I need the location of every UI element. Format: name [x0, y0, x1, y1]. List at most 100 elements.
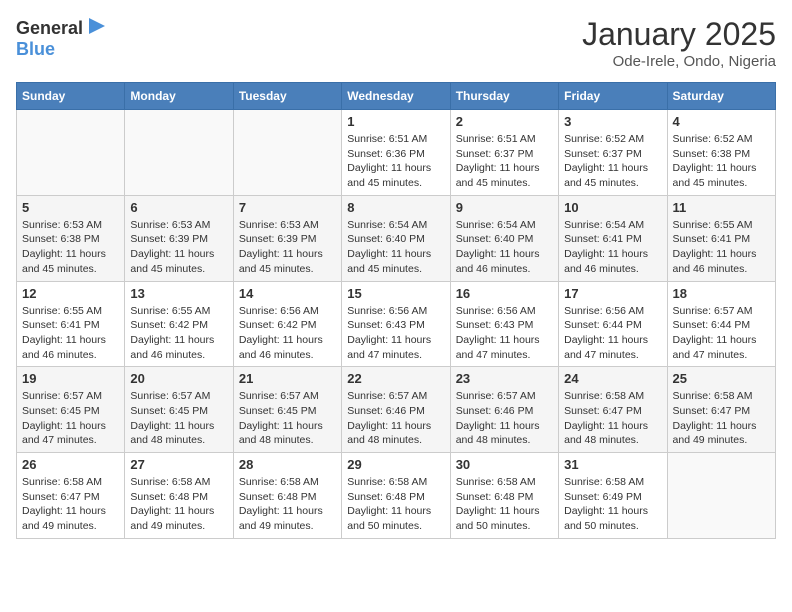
logo-general: General	[16, 19, 83, 37]
weekday-header-saturday: Saturday	[667, 83, 775, 110]
calendar-day-cell: 14 Sunrise: 6:56 AMSunset: 6:42 PMDayligh…	[233, 281, 341, 367]
day-info: Sunrise: 6:53 AMSunset: 6:39 PMDaylight:…	[239, 218, 336, 277]
day-info: Sunrise: 6:52 AMSunset: 6:38 PMDaylight:…	[673, 132, 770, 191]
calendar-day-cell: 12Sunrise: 6:55 AMSunset: 6:41 PMDayligh…	[17, 281, 125, 367]
day-info: Sunrise: 6:57 AMSunset: 6:45 PMDaylight:…	[130, 389, 227, 448]
day-info: Sunrise: 6:58 AMSunset: 6:48 PMDaylight:…	[239, 475, 336, 534]
day-info: Sunrise: 6:54 AMSunset: 6:40 PMDaylight:…	[347, 218, 444, 277]
calendar-day-cell: 21Sunrise: 6:57 AMSunset: 6:45 PMDayligh…	[233, 367, 341, 453]
calendar-week-row: 12Sunrise: 6:55 AMSunset: 6:41 PMDayligh…	[17, 281, 776, 367]
calendar-day-cell: 9Sunrise: 6:54 AMSunset: 6:40 PMDaylight…	[450, 195, 558, 281]
day-info: Sunrise: 6:53 AMSunset: 6:38 PMDaylight:…	[22, 218, 119, 277]
day-number: 8	[347, 200, 444, 215]
calendar-day-cell: 30Sunrise: 6:58 AMSunset: 6:48 PMDayligh…	[450, 453, 558, 539]
day-number: 20	[130, 371, 227, 386]
calendar-day-cell: 2 Sunrise: 6:51 AMSunset: 6:37 PMDaylight…	[450, 110, 558, 196]
day-number: 15	[347, 286, 444, 301]
calendar-day-cell	[17, 110, 125, 196]
day-number: 30	[456, 457, 553, 472]
calendar-day-cell: 20 Sunrise: 6:57 AMSunset: 6:45 PMDayligh…	[125, 367, 233, 453]
day-number: 3	[564, 114, 661, 129]
weekday-header-tuesday: Tuesday	[233, 83, 341, 110]
calendar-day-cell: 3 Sunrise: 6:52 AMSunset: 6:37 PMDaylight…	[559, 110, 667, 196]
day-number: 22	[347, 371, 444, 386]
calendar-day-cell: 23 Sunrise: 6:57 AMSunset: 6:46 PMDayligh…	[450, 367, 558, 453]
day-info: Sunrise: 6:58 AMSunset: 6:47 PMDaylight:…	[22, 475, 119, 534]
day-number: 18	[673, 286, 770, 301]
day-number: 11	[673, 200, 770, 215]
weekday-header-thursday: Thursday	[450, 83, 558, 110]
day-info: Sunrise: 6:56 AMSunset: 6:44 PMDaylight:…	[564, 304, 661, 363]
day-number: 28	[239, 457, 336, 472]
day-info: Sunrise: 6:57 AMSunset: 6:45 PMDaylight:…	[22, 389, 119, 448]
day-number: 17	[564, 286, 661, 301]
day-info: Sunrise: 6:53 AMSunset: 6:39 PMDaylight:…	[130, 218, 227, 277]
day-number: 25	[673, 371, 770, 386]
day-info: Sunrise: 6:55 AMSunset: 6:42 PMDaylight:…	[130, 304, 227, 363]
day-info: Sunrise: 6:58 AMSunset: 6:49 PMDaylight:…	[564, 475, 661, 534]
calendar-day-cell: 8 Sunrise: 6:54 AMSunset: 6:40 PMDaylight…	[342, 195, 450, 281]
weekday-header-sunday: Sunday	[17, 83, 125, 110]
calendar-day-cell: 26 Sunrise: 6:58 AMSunset: 6:47 PMDayligh…	[17, 453, 125, 539]
day-info: Sunrise: 6:56 AMSunset: 6:43 PMDaylight:…	[347, 304, 444, 363]
weekday-header-monday: Monday	[125, 83, 233, 110]
calendar-week-row: 19 Sunrise: 6:57 AMSunset: 6:45 PMDayligh…	[17, 367, 776, 453]
day-info: Sunrise: 6:57 AMSunset: 6:46 PMDaylight:…	[347, 389, 444, 448]
logo: General Blue	[16, 16, 109, 60]
day-number: 10	[564, 200, 661, 215]
month-title: January 2025	[582, 16, 776, 53]
day-info: Sunrise: 6:55 AMSunset: 6:41 PMDaylight:…	[673, 218, 770, 277]
calendar-day-cell: 16 Sunrise: 6:56 AMSunset: 6:43 PMDayligh…	[450, 281, 558, 367]
day-info: Sunrise: 6:58 AMSunset: 6:48 PMDaylight:…	[347, 475, 444, 534]
calendar-day-cell: 27 Sunrise: 6:58 AMSunset: 6:48 PMDayligh…	[125, 453, 233, 539]
calendar-day-cell: 10 Sunrise: 6:54 AMSunset: 6:41 PMDayligh…	[559, 195, 667, 281]
day-info: Sunrise: 6:56 AMSunset: 6:43 PMDaylight:…	[456, 304, 553, 363]
calendar-day-cell: 31 Sunrise: 6:58 AMSunset: 6:49 PMDayligh…	[559, 453, 667, 539]
page-header: General Blue January 2025 Ode-Irele, Ond…	[16, 16, 776, 70]
logo-flag-icon	[85, 16, 109, 40]
day-info: Sunrise: 6:58 AMSunset: 6:48 PMDaylight:…	[130, 475, 227, 534]
calendar-day-cell: 25 Sunrise: 6:58 AMSunset: 6:47 PMDayligh…	[667, 367, 775, 453]
calendar-day-cell	[667, 453, 775, 539]
calendar-day-cell: 18Sunrise: 6:57 AMSunset: 6:44 PMDayligh…	[667, 281, 775, 367]
location-subtitle: Ode-Irele, Ondo, Nigeria	[582, 53, 776, 70]
calendar-day-cell: 15 Sunrise: 6:56 AMSunset: 6:43 PMDayligh…	[342, 281, 450, 367]
title-block: January 2025 Ode-Irele, Ondo, Nigeria	[582, 16, 776, 70]
calendar-week-row: 26 Sunrise: 6:58 AMSunset: 6:47 PMDayligh…	[17, 453, 776, 539]
day-number: 4	[673, 114, 770, 129]
day-info: Sunrise: 6:58 AMSunset: 6:47 PMDaylight:…	[673, 389, 770, 448]
day-number: 12	[22, 286, 119, 301]
calendar-day-cell: 28 Sunrise: 6:58 AMSunset: 6:48 PMDayligh…	[233, 453, 341, 539]
day-number: 14	[239, 286, 336, 301]
day-number: 21	[239, 371, 336, 386]
day-info: Sunrise: 6:57 AMSunset: 6:46 PMDaylight:…	[456, 389, 553, 448]
day-number: 13	[130, 286, 227, 301]
calendar-week-row: 1 Sunrise: 6:51 AMSunset: 6:36 PMDaylight…	[17, 110, 776, 196]
day-number: 19	[22, 371, 119, 386]
day-number: 23	[456, 371, 553, 386]
day-info: Sunrise: 6:54 AMSunset: 6:41 PMDaylight:…	[564, 218, 661, 277]
day-number: 29	[347, 457, 444, 472]
day-number: 26	[22, 457, 119, 472]
day-number: 7	[239, 200, 336, 215]
calendar-day-cell: 17 Sunrise: 6:56 AMSunset: 6:44 PMDayligh…	[559, 281, 667, 367]
logo-blue: Blue	[16, 39, 55, 59]
day-number: 2	[456, 114, 553, 129]
calendar-day-cell: 7 Sunrise: 6:53 AMSunset: 6:39 PMDaylight…	[233, 195, 341, 281]
calendar-day-cell: 19 Sunrise: 6:57 AMSunset: 6:45 PMDayligh…	[17, 367, 125, 453]
day-number: 27	[130, 457, 227, 472]
weekday-header-row: SundayMondayTuesdayWednesdayThursdayFrid…	[17, 83, 776, 110]
day-info: Sunrise: 6:51 AMSunset: 6:37 PMDaylight:…	[456, 132, 553, 191]
day-info: Sunrise: 6:52 AMSunset: 6:37 PMDaylight:…	[564, 132, 661, 191]
calendar-day-cell: 6 Sunrise: 6:53 AMSunset: 6:39 PMDaylight…	[125, 195, 233, 281]
calendar-day-cell: 13 Sunrise: 6:55 AMSunset: 6:42 PMDayligh…	[125, 281, 233, 367]
weekday-header-wednesday: Wednesday	[342, 83, 450, 110]
day-number: 6	[130, 200, 227, 215]
calendar-day-cell	[233, 110, 341, 196]
day-number: 1	[347, 114, 444, 129]
day-info: Sunrise: 6:56 AMSunset: 6:42 PMDaylight:…	[239, 304, 336, 363]
day-info: Sunrise: 6:51 AMSunset: 6:36 PMDaylight:…	[347, 132, 444, 191]
calendar-table: SundayMondayTuesdayWednesdayThursdayFrid…	[16, 82, 776, 539]
day-number: 16	[456, 286, 553, 301]
day-number: 31	[564, 457, 661, 472]
